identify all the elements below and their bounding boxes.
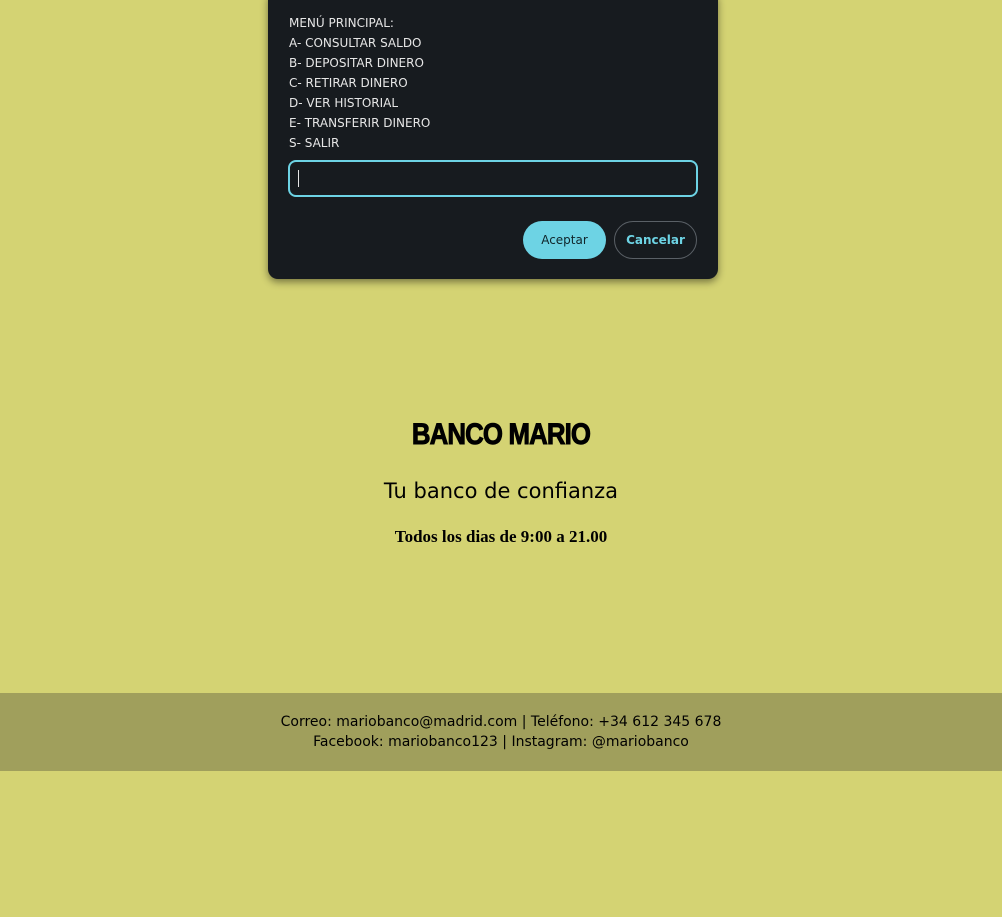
menu-option-ver-historial: D- VER HISTORIAL: [289, 96, 399, 110]
footer-social-line: Facebook: mariobanco123 | Instagram: @ma…: [313, 734, 689, 750]
footer-contact-line: Correo: mariobanco@madrid.com | Teléfono…: [280, 714, 722, 730]
menu-option-consultar-saldo: A- CONSULTAR SALDO: [289, 36, 422, 50]
prompt-dialog: MENÚ PRINCIPAL: A- CONSULTAR SALDO B- DE…: [268, 0, 718, 279]
menu-option-retirar-dinero: C- RETIRAR DINERO: [289, 76, 408, 90]
footer: Correo: mariobanco@madrid.com | Teléfono…: [0, 693, 1002, 771]
opening-hours: Todos los dias de 9:00 a 21.00: [394, 527, 608, 546]
cancel-button[interactable]: Cancelar: [614, 221, 697, 259]
bank-name-heading: BANCO MARIO: [411, 418, 591, 452]
menu-option-depositar-dinero: B- DEPOSITAR DINERO: [289, 56, 424, 70]
prompt-input[interactable]: [288, 160, 698, 197]
tagline: Tu banco de confianza: [383, 479, 619, 503]
text-cursor: [298, 170, 299, 187]
accept-button[interactable]: Aceptar: [523, 221, 606, 259]
menu-option-transferir-dinero: E- TRANSFERIR DINERO: [289, 116, 431, 130]
menu-option-salir: S- SALIR: [289, 136, 340, 150]
menu-text: MENÚ PRINCIPAL: A- CONSULTAR SALDO B- DE…: [289, 13, 430, 153]
menu-title: MENÚ PRINCIPAL:: [289, 16, 394, 30]
